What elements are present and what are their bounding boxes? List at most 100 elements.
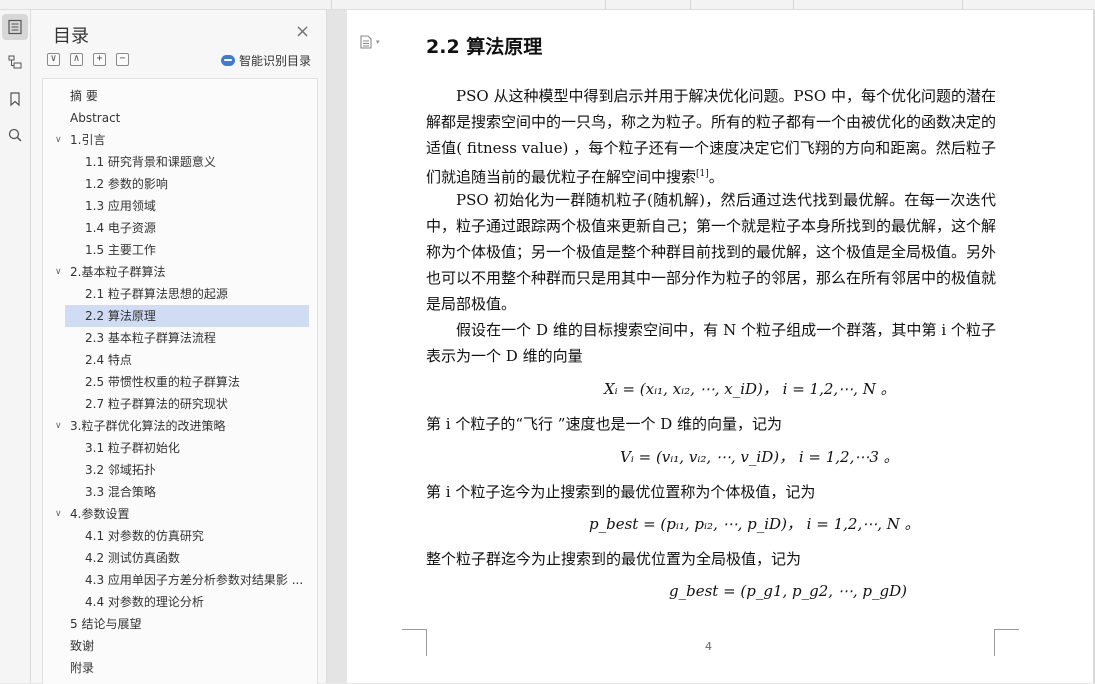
toc-item[interactable]: 4.2 测试仿真函数 <box>65 547 309 569</box>
page-corner-mark-right <box>994 629 1019 656</box>
toc-item-label: 3.1 粒子群初始化 <box>85 441 180 455</box>
toc-item[interactable]: 4.3 应用单因子方差分析参数对结果影 ... <box>65 569 309 591</box>
chevron-down-icon[interactable]: ∨ <box>55 129 62 151</box>
toc-item[interactable]: ∨ 4.参数设置 <box>55 503 309 525</box>
toc-item[interactable]: 3.2 邻域拓扑 <box>65 459 309 481</box>
chevron-down-icon[interactable]: ∨ <box>55 503 62 525</box>
toc-item-label: 4.2 测试仿真函数 <box>85 551 180 565</box>
toc-item-label: 2.基本粒子群算法 <box>70 265 166 279</box>
toc-item[interactable]: 1.5 主要工作 <box>65 239 309 261</box>
toc-item-label: 2.7 粒子群算法的研究现状 <box>85 397 228 411</box>
search-button[interactable] <box>2 122 28 148</box>
toc-item-label: 4.参数设置 <box>70 507 130 521</box>
toc-item[interactable]: 1.1 研究背景和课题意义 <box>65 151 309 173</box>
toc-item-label: 3.3 混合策略 <box>85 485 156 499</box>
toc-item[interactable]: 3.3 混合策略 <box>65 481 309 503</box>
top-ruler <box>0 0 1095 10</box>
toc-item[interactable]: 4.1 对参数的仿真研究 <box>65 525 309 547</box>
paragraph-1-end: 。 <box>708 168 724 186</box>
chevron-down-icon[interactable]: ∨ <box>55 261 62 283</box>
smart-toc-button[interactable]: 智能识别目录 <box>221 52 311 69</box>
paragraph-1: PSO 从这种模型中得到启示并用于解决优化问题。PSO 中，每个优化问题的潜在解… <box>426 83 996 190</box>
toc-item-label: 2.1 粒子群算法思想的起源 <box>85 287 228 301</box>
toc-item[interactable]: 2.1 粒子群算法思想的起源 <box>65 283 309 305</box>
toc-item[interactable]: 3.1 粒子群初始化 <box>65 437 309 459</box>
ruler-tick <box>605 0 606 9</box>
ruler-tick <box>690 0 691 9</box>
formula-gbest: g_best = (p_g1, p_g2, ⋯, p_gD) <box>669 582 907 600</box>
expand-all-button[interactable]: ∧ <box>70 53 83 66</box>
outline-tree-icon <box>8 55 22 69</box>
toc-item-label: 4.3 应用单因子方差分析参数对结果影 ... <box>85 573 304 587</box>
toc-item-label: 2.5 带惯性权重的粒子群算法 <box>85 375 240 389</box>
toc-item-label: 1.4 电子资源 <box>85 221 156 235</box>
toc-item[interactable]: 1.4 电子资源 <box>65 217 309 239</box>
toc-item[interactable]: 2.7 粒子群算法的研究现状 <box>65 393 309 415</box>
toc-item[interactable]: 1.3 应用领域 <box>65 195 309 217</box>
document-icon <box>360 35 372 49</box>
toc-item-label: 1.5 主要工作 <box>85 243 156 257</box>
toc-panel: 目录 × ∨ ∧ + − 智能识别目录 摘 要 Abstract ∨ 1.引言 1.1 … <box>31 10 327 684</box>
toc-item-label: 2.4 特点 <box>85 353 132 367</box>
paragraph-2: PSO 初始化为一群随机粒子(随机解)，然后通过迭代找到最优解。在每一次迭代中，… <box>426 191 997 313</box>
ruler-tick <box>331 0 332 9</box>
toc-item-label: 3.2 邻域拓扑 <box>85 463 156 477</box>
formula-velocity-vector: Vᵢ = (vᵢ₁, vᵢ₂, ⋯, v_iD)， i = 1,2,⋯3 。 <box>620 448 899 466</box>
toc-item-label: 3.粒子群优化算法的改进策略 <box>70 419 226 433</box>
collapse-all-button[interactable]: ∨ <box>47 53 60 66</box>
toc-title: 目录 <box>53 26 89 47</box>
gbest-intro-line: 整个粒子群迄今为止搜索到的最优位置为全局极值，记为 <box>426 550 802 568</box>
page-corner-mark-left <box>402 629 427 656</box>
toc-list: 摘 要 Abstract ∨ 1.引言 1.1 研究背景和课题意义 1.2 参数的影响 1.… <box>42 78 318 684</box>
outline-view-button[interactable] <box>2 49 28 75</box>
toc-toolbar: ∨ ∧ + − <box>47 53 129 66</box>
toc-item[interactable]: 5 结论与展望 <box>55 613 309 635</box>
section-heading: 2.2 算法原理 <box>426 36 543 58</box>
toc-item[interactable]: 致谢 <box>55 635 309 657</box>
toc-item-label: 1.2 参数的影响 <box>85 177 168 191</box>
canvas-gutter <box>327 10 347 683</box>
page-number: 4 <box>705 640 712 653</box>
velocity-intro-line: 第 i 个粒子的“飞行 ”速度也是一个 D 维的向量，记为 <box>426 415 783 433</box>
bookmark-view-button[interactable] <box>2 86 28 112</box>
toc-item-label: 2.2 算法原理 <box>85 309 156 323</box>
remove-heading-button[interactable]: − <box>116 53 129 66</box>
toc-item-label: 1.3 应用领域 <box>85 199 156 213</box>
toc-item-label: 1.引言 <box>70 133 106 147</box>
paragraph-menu-button[interactable]: ▾ <box>359 34 381 50</box>
toc-item[interactable]: 2.5 带惯性权重的粒子群算法 <box>65 371 309 393</box>
toc-item[interactable]: 2.2 算法原理 <box>65 305 309 327</box>
toc-item[interactable]: ∨ 1.引言 <box>55 129 309 151</box>
citation-ref: [1] <box>696 169 709 179</box>
toc-item-label: 4.1 对参数的仿真研究 <box>85 529 204 543</box>
toc-item-label: 摘 要 <box>70 89 98 103</box>
toc-item[interactable]: 1.2 参数的影响 <box>65 173 309 195</box>
add-heading-button[interactable]: + <box>93 53 106 66</box>
formula-position-vector: Xᵢ = (xᵢ₁, xᵢ₂, ⋯, x_iD)， i = 1,2,⋯, N 。 <box>604 380 896 398</box>
toc-view-button[interactable] <box>2 14 28 40</box>
formula-pbest: p_best = (pᵢ₁, pᵢ₂, ⋯, p_iD)， i = 1,2,⋯,… <box>589 515 920 533</box>
toc-list-icon <box>8 19 22 35</box>
toc-item-label: 4.4 对参数的理论分析 <box>85 595 204 609</box>
toc-item[interactable]: 4.4 对参数的理论分析 <box>65 591 309 613</box>
toc-item[interactable]: 摘 要 <box>55 85 309 107</box>
toc-item[interactable]: ∨ 3.粒子群优化算法的改进策略 <box>55 415 309 437</box>
document-page: ▾ 2.2 算法原理 PSO 从这种模型中得到启示并用于解决优化问题。PSO 中… <box>347 10 1093 683</box>
toc-item-label: 5 结论与展望 <box>70 617 142 631</box>
smart-toc-label: 智能识别目录 <box>239 54 312 68</box>
ruler-tick <box>962 0 963 9</box>
smart-recognize-icon <box>221 55 235 66</box>
chevron-down-icon[interactable]: ∨ <box>55 415 62 437</box>
toc-item[interactable]: Abstract <box>55 107 309 129</box>
toc-item[interactable]: 附录 <box>55 657 309 679</box>
toc-item[interactable]: ∨ 2.基本粒子群算法 <box>55 261 309 283</box>
pbest-intro-line: 第 i 个粒子迄今为止搜索到的最优位置称为个体极值，记为 <box>426 483 816 501</box>
toc-item[interactable]: 2.3 基本粒子群算法流程 <box>65 327 309 349</box>
toc-item[interactable]: 2.4 特点 <box>65 349 309 371</box>
toc-item-label: 2.3 基本粒子群算法流程 <box>85 331 216 345</box>
search-icon <box>8 128 22 142</box>
left-icon-bar <box>0 10 31 683</box>
ruler-tick <box>793 0 794 9</box>
close-icon[interactable]: × <box>295 22 310 42</box>
toc-item-label: 1.1 研究背景和课题意义 <box>85 155 216 169</box>
